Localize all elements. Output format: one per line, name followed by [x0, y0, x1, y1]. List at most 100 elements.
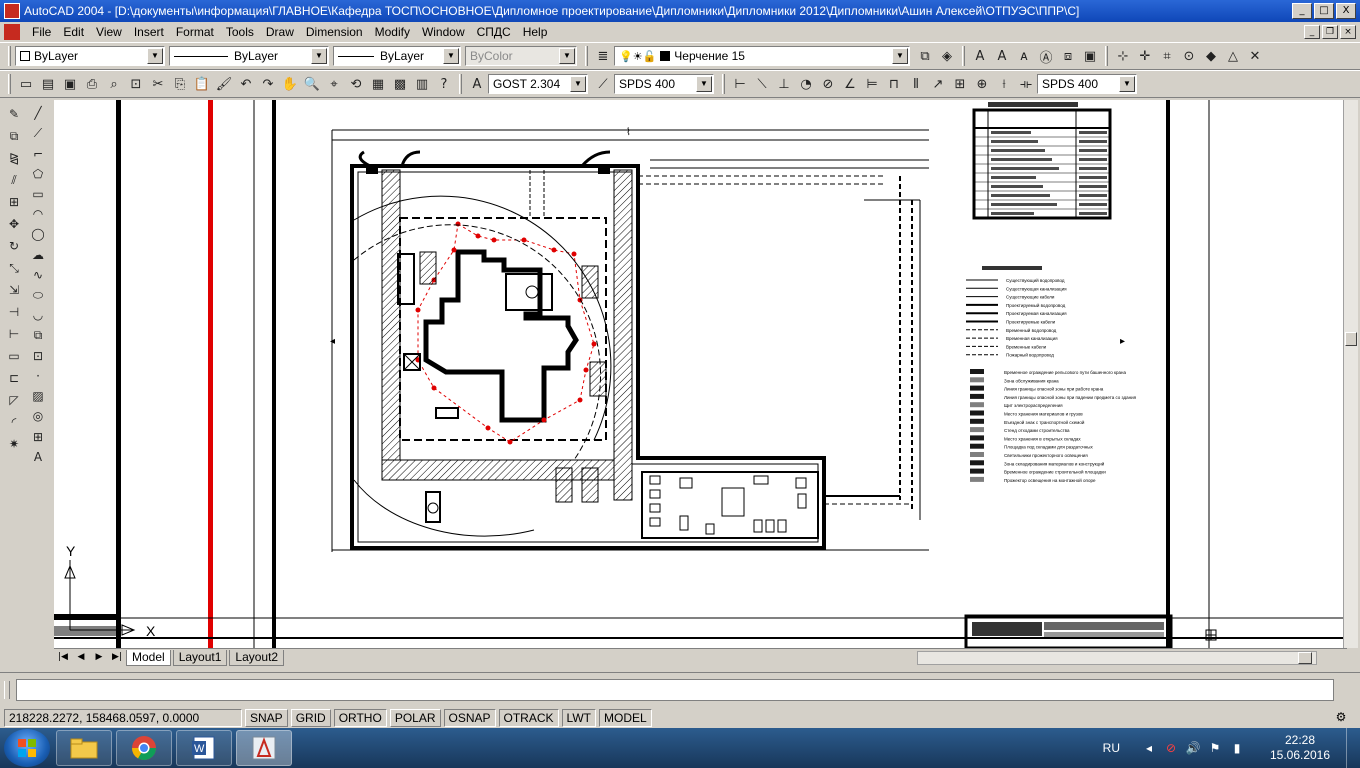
- pan-icon[interactable]: ✋: [279, 73, 301, 95]
- menu-format[interactable]: Format: [170, 25, 220, 39]
- model-toggle[interactable]: MODEL: [598, 709, 652, 727]
- start-button[interactable]: [4, 729, 50, 767]
- aligned-dim-icon[interactable]: ⟍: [751, 73, 773, 95]
- array-icon[interactable]: ⊞: [4, 192, 24, 212]
- toolbar-grip[interactable]: [8, 74, 11, 94]
- make-block-icon[interactable]: ⊡: [28, 347, 48, 365]
- ordinate-dim-icon[interactable]: ⊥: [773, 73, 795, 95]
- menu-window[interactable]: Window: [416, 25, 471, 39]
- text-style-manager-icon[interactable]: A: [466, 73, 488, 95]
- taskbar-word[interactable]: W: [176, 730, 232, 766]
- scale-icon[interactable]: ⤡: [4, 258, 24, 278]
- show-desktop-button[interactable]: [1346, 728, 1360, 768]
- paste-icon[interactable]: 📋: [191, 73, 213, 95]
- plotstyle-dropdown[interactable]: ByColor ▼: [465, 46, 577, 66]
- menu-edit[interactable]: Edit: [57, 25, 90, 39]
- angular-dim-icon[interactable]: ∠: [839, 73, 861, 95]
- text-justify-icon[interactable]: ▣: [1079, 45, 1101, 67]
- extend-icon[interactable]: ⊢: [4, 324, 24, 344]
- title-bar[interactable]: AutoCAD 2004 - [D:\документы\информация\…: [0, 0, 1360, 22]
- zoom-window-icon[interactable]: ⌖: [323, 73, 345, 95]
- taskbar-explorer[interactable]: [56, 730, 112, 766]
- design-center-icon[interactable]: ▩: [389, 73, 411, 95]
- polar-toggle[interactable]: POLAR: [389, 709, 441, 727]
- chevron-down-icon[interactable]: ▼: [147, 48, 163, 64]
- doc-restore-button[interactable]: ❐: [1322, 25, 1338, 39]
- autocad-app-icon[interactable]: [4, 3, 20, 19]
- toolbar-grip[interactable]: [8, 46, 11, 66]
- volume-icon[interactable]: 🔊: [1184, 741, 1202, 755]
- print-icon[interactable]: ⎙: [81, 73, 103, 95]
- new-file-icon[interactable]: ▭: [15, 73, 37, 95]
- network-icon[interactable]: ▮: [1228, 741, 1246, 755]
- chevron-down-icon[interactable]: ▼: [892, 48, 908, 64]
- coordinate-readout[interactable]: 218228.2272, 158468.0597, 0.0000: [4, 709, 242, 727]
- polygon-icon[interactable]: ⬠: [28, 165, 48, 183]
- menu-insert[interactable]: Insert: [128, 25, 170, 39]
- offset-icon[interactable]: ⫽: [4, 170, 24, 190]
- object-snap-icon[interactable]: ⊙: [1178, 45, 1200, 67]
- communication-center-icon[interactable]: ⚙: [1332, 710, 1350, 726]
- chevron-down-icon[interactable]: ▼: [570, 76, 586, 92]
- menu-help[interactable]: Help: [517, 25, 554, 39]
- grid-tool-icon[interactable]: ⌗: [1156, 45, 1178, 67]
- text-find-icon[interactable]: ᴀ: [1013, 45, 1035, 67]
- document-icon[interactable]: [4, 24, 20, 40]
- dim-style-manager-icon[interactable]: ⟋: [592, 73, 614, 95]
- line-icon[interactable]: ╱: [28, 104, 48, 122]
- clock[interactable]: 22:28 15.06.2016: [1260, 733, 1340, 763]
- dim-style-dropdown[interactable]: SPDS 400 ▼: [614, 74, 714, 94]
- ellipse-icon[interactable]: ⬭: [28, 286, 48, 304]
- first-tab-icon[interactable]: |◀: [54, 650, 72, 666]
- prev-tab-icon[interactable]: ◀: [72, 650, 90, 666]
- linetype-dropdown[interactable]: ByLayer ▼: [169, 46, 329, 66]
- open-folder-icon[interactable]: ▤: [37, 73, 59, 95]
- leader-icon[interactable]: ↗: [927, 73, 949, 95]
- vertical-scroll-thumb[interactable]: [1345, 332, 1357, 346]
- last-tab-icon[interactable]: ▶|: [108, 650, 126, 666]
- make-object-layer-current-icon[interactable]: ⧉: [914, 45, 936, 67]
- lineweight-dropdown[interactable]: ByLayer ▼: [333, 46, 461, 66]
- toolbar-grip[interactable]: [459, 74, 462, 94]
- text-style-dropdown[interactable]: GOST 2.304 ▼: [488, 74, 588, 94]
- osnap-toggle[interactable]: OSNAP: [443, 709, 496, 727]
- chevron-down-icon[interactable]: ▼: [559, 48, 575, 64]
- doc-close-button[interactable]: ×: [1340, 25, 1356, 39]
- command-grip[interactable]: [4, 681, 10, 699]
- center-mark-icon[interactable]: ⊕: [971, 73, 993, 95]
- explode-icon[interactable]: ✷: [4, 434, 24, 454]
- rotate-icon[interactable]: ↻: [4, 236, 24, 256]
- stretch-icon[interactable]: ⇲: [4, 280, 24, 300]
- dim-text-edit-icon[interactable]: ⟛: [1015, 73, 1037, 95]
- drawing-svg[interactable]: Y X Существующий водопроводСуществующая …: [54, 100, 1347, 648]
- help-icon[interactable]: ?: [433, 73, 455, 95]
- otrack-toggle[interactable]: OTRACK: [498, 709, 559, 727]
- color-dropdown[interactable]: ByLayer ▼: [15, 46, 165, 66]
- snap-icon[interactable]: ✛: [1134, 45, 1156, 67]
- tolerance-icon[interactable]: ⊞: [949, 73, 971, 95]
- radius-dim-icon[interactable]: ◔: [795, 73, 817, 95]
- midpoint-snap-icon[interactable]: △: [1222, 45, 1244, 67]
- arc-icon[interactable]: ◠: [28, 205, 48, 223]
- intersection-snap-icon[interactable]: ✕: [1244, 45, 1266, 67]
- ellipse-arc-icon[interactable]: ◡: [28, 306, 48, 324]
- menu-tools[interactable]: Tools: [220, 25, 260, 39]
- move-icon[interactable]: ✥: [4, 214, 24, 234]
- lwt-toggle[interactable]: LWT: [561, 709, 596, 727]
- print-preview-icon[interactable]: ⌕: [103, 73, 125, 95]
- undo-icon[interactable]: ↶: [235, 73, 257, 95]
- menu-view[interactable]: View: [90, 25, 128, 39]
- toolbar-grip[interactable]: [1105, 46, 1108, 66]
- zoom-realtime-icon[interactable]: 🔍: [301, 73, 323, 95]
- layer-previous-icon[interactable]: ◈: [936, 45, 958, 67]
- publish-icon[interactable]: ⊡: [125, 73, 147, 95]
- revision-cloud-icon[interactable]: ☁: [28, 246, 48, 264]
- copy-icon[interactable]: ⎘: [169, 73, 191, 95]
- horizontal-scroll-thumb[interactable]: [1298, 651, 1312, 664]
- rectangle-icon[interactable]: ▭: [28, 185, 48, 203]
- menu-file[interactable]: File: [26, 25, 57, 39]
- continue-dim-icon[interactable]: ⫴: [905, 73, 927, 95]
- chamfer-icon[interactable]: ◸: [4, 390, 24, 410]
- next-tab-icon[interactable]: ▶: [90, 650, 108, 666]
- menu-dimension[interactable]: Dimension: [300, 25, 369, 39]
